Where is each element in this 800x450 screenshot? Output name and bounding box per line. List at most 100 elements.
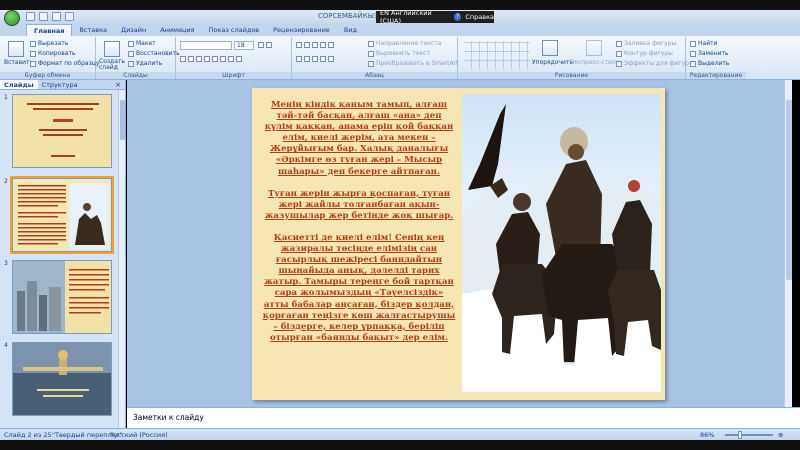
select-button[interactable]: Выделить: [690, 60, 729, 67]
zoom-slider[interactable]: [725, 434, 773, 436]
replace-label: Заменить: [698, 50, 729, 57]
paste-icon[interactable]: [8, 41, 24, 57]
tab-home[interactable]: Главная: [26, 24, 73, 36]
language-indicator[interactable]: EN Английский (США): [380, 9, 450, 25]
shapes-gallery[interactable]: [464, 41, 530, 69]
align-right-icon[interactable]: [312, 55, 318, 62]
tab-outline[interactable]: Структура: [38, 80, 82, 89]
list-buttons[interactable]: [296, 41, 336, 48]
italic-icon[interactable]: [188, 55, 194, 62]
arrange-button[interactable]: Упорядочить: [532, 59, 573, 66]
clipboard-group-label: Буфер обмена: [0, 72, 95, 79]
shape-outline-button[interactable]: Контур фигуры: [616, 50, 673, 57]
help-label[interactable]: Справка: [465, 13, 494, 21]
new-slide-button[interactable]: Создать слайд: [99, 59, 127, 71]
notes-pane[interactable]: Заметки к слайду: [127, 407, 800, 428]
align-buttons[interactable]: [296, 55, 336, 62]
customize-icon[interactable]: [65, 12, 74, 21]
shape-fill-button[interactable]: Заливка фигуры: [616, 40, 676, 47]
slide-thumbnail[interactable]: [12, 260, 112, 334]
paste-button[interactable]: Вставить: [4, 59, 33, 66]
text-direction-button[interactable]: Направление текста: [368, 40, 441, 47]
shape-fill-label: Заливка фигуры: [624, 40, 677, 47]
tab-insert[interactable]: Вставка: [72, 24, 114, 36]
copy-button[interactable]: Копировать: [30, 50, 75, 57]
align-text-button[interactable]: Выровнять текст: [368, 50, 430, 57]
scissors-icon: [30, 40, 36, 47]
quick-styles-icon[interactable]: [586, 40, 602, 56]
language-bar[interactable]: EN Английский (США) ? Справка: [376, 9, 494, 25]
save-icon[interactable]: [26, 12, 35, 21]
bold-icon[interactable]: [180, 55, 186, 62]
align-left-icon[interactable]: [296, 55, 302, 62]
shrink-font-icon[interactable]: [266, 41, 272, 48]
slide-counter: Слайд 2 из 25: [4, 431, 52, 439]
notes-placeholder[interactable]: Заметки к слайду: [133, 413, 204, 422]
increase-indent-icon[interactable]: [320, 41, 326, 48]
redo-icon[interactable]: [52, 12, 61, 21]
case-icon[interactable]: [228, 55, 234, 62]
font-size-combo[interactable]: 18: [234, 41, 254, 50]
tab-slides[interactable]: Слайды: [0, 80, 38, 89]
replace-button[interactable]: Заменить: [690, 50, 729, 57]
slide-paragraph-3[interactable]: Қасиетті де киелі елім! Сенің кең жазира…: [262, 233, 456, 344]
font-style-buttons[interactable]: [180, 55, 244, 62]
spacing-icon[interactable]: [220, 55, 226, 62]
help-icon[interactable]: ?: [453, 13, 462, 21]
canvas-scroll-thumb[interactable]: [786, 100, 792, 280]
delete-slide-button[interactable]: Удалить: [128, 60, 162, 67]
arrange-icon[interactable]: [542, 40, 558, 56]
shadow-icon[interactable]: [212, 55, 218, 62]
tab-design[interactable]: Дизайн: [114, 24, 153, 36]
ribbon: Вставить Вырезать Копировать Формат по о…: [0, 36, 800, 80]
slides-group-label: Слайды: [96, 72, 175, 79]
paragraph-group: Направление текста Выровнять текст Преоб…: [292, 37, 458, 79]
slide-thumbnail[interactable]: [12, 342, 112, 416]
decrease-indent-icon[interactable]: [312, 41, 318, 48]
tab-animation[interactable]: Анимация: [153, 24, 201, 36]
slide-paragraph-1[interactable]: Менің кіндік қаным тамып, алғаш тәй-тәй …: [262, 100, 456, 178]
format-painter-button[interactable]: Формат по образцу: [30, 60, 99, 67]
justify-icon[interactable]: [320, 55, 326, 62]
zoom-slider-handle[interactable]: [738, 431, 742, 439]
panel-scrollbar[interactable]: [118, 90, 125, 428]
font-group-label: Шрифт: [176, 72, 291, 79]
layout-button[interactable]: Макет: [128, 40, 156, 47]
panel-scroll-thumb[interactable]: [120, 100, 125, 140]
eagle-hunters-photo[interactable]: [462, 94, 661, 392]
slide-thumbnail[interactable]: [12, 94, 112, 168]
align-center-icon[interactable]: [304, 55, 310, 62]
language-status[interactable]: Русский (Россия): [110, 431, 168, 439]
font-color-icon[interactable]: [236, 55, 242, 62]
canvas-scrollbar[interactable]: [784, 80, 792, 407]
quick-styles-button[interactable]: Экспресс-стили: [570, 59, 620, 66]
slide-paragraph-2[interactable]: Туған жерін жырға қоспаған, туған жері ж…: [262, 189, 456, 222]
columns-icon[interactable]: [328, 55, 334, 62]
new-slide-icon[interactable]: [104, 41, 120, 57]
cut-button[interactable]: Вырезать: [30, 40, 68, 47]
line-spacing-icon[interactable]: [328, 41, 334, 48]
underline-icon[interactable]: [196, 55, 202, 62]
slide-number: 2: [4, 178, 8, 185]
reset-button[interactable]: Восстановить: [128, 50, 180, 57]
slide-thumbnail[interactable]: [10, 176, 114, 254]
tab-review[interactable]: Рецензирование: [266, 24, 337, 36]
tab-slideshow[interactable]: Показ слайдов: [202, 24, 267, 36]
close-icon[interactable]: ×: [115, 80, 125, 89]
office-logo-icon[interactable]: [4, 10, 20, 26]
slide-text-box[interactable]: Менің кіндік қаным тамып, алғаш тәй-тәй …: [262, 100, 456, 344]
smartart-button[interactable]: Преобразовать в SmartArt: [368, 60, 458, 67]
find-button[interactable]: Найти: [690, 40, 717, 47]
bullets-icon[interactable]: [296, 41, 302, 48]
current-slide[interactable]: Менің кіндік қаным тамып, алғаш тәй-тәй …: [252, 88, 665, 400]
undo-icon[interactable]: [39, 12, 48, 21]
zoom-level[interactable]: 86%: [700, 431, 714, 439]
select-label: Выделить: [698, 60, 730, 67]
font-name-combo[interactable]: [180, 41, 232, 50]
tab-view[interactable]: Вид: [337, 24, 364, 36]
strikethrough-icon[interactable]: [204, 55, 210, 62]
numbering-icon[interactable]: [304, 41, 310, 48]
shape-effects-button[interactable]: Эффекты для фигур: [616, 60, 689, 67]
fit-slide-icon[interactable]: ⊕: [778, 431, 783, 439]
grow-font-icon[interactable]: [258, 41, 274, 48]
